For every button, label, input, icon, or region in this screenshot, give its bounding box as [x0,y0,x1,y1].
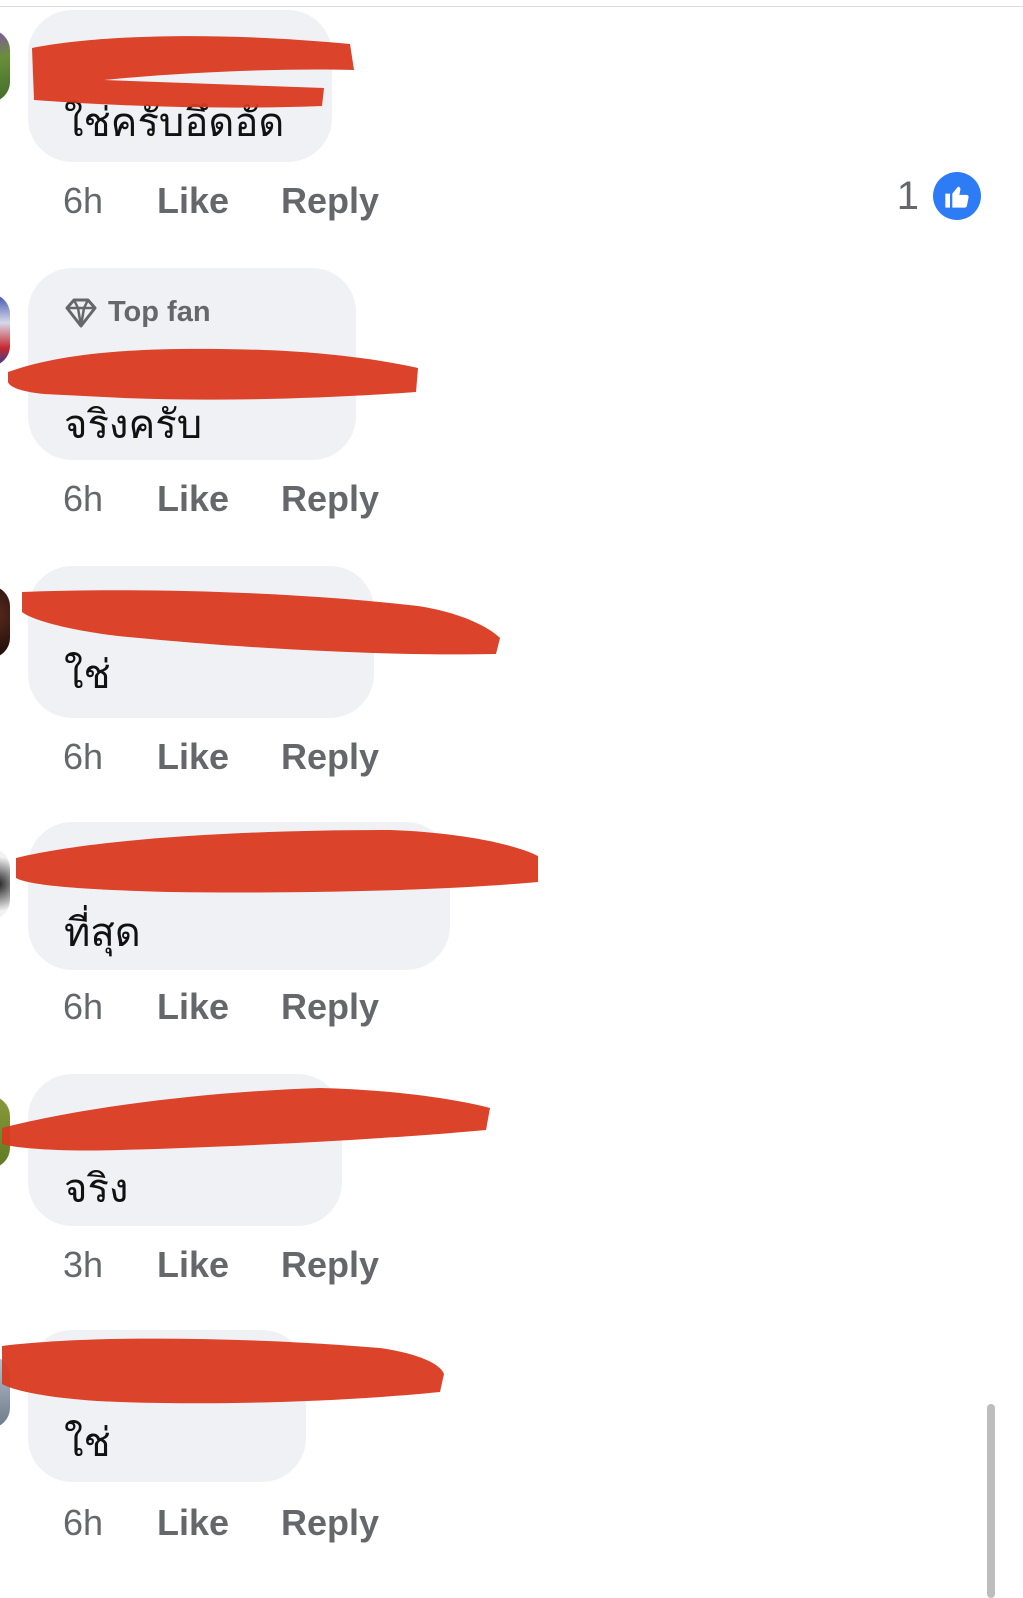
avatar[interactable] [0,1096,10,1168]
thumbs-up-icon [933,172,981,220]
reply-button[interactable]: Reply [281,736,379,778]
comment-text: จริงครับ [64,402,203,448]
like-button[interactable]: Like [157,986,281,1028]
reply-button[interactable]: Reply [281,478,379,520]
comment-time: 6h [63,986,104,1027]
avatar[interactable] [0,848,10,920]
reply-button[interactable]: Reply [281,180,379,222]
avatar[interactable] [0,586,10,658]
comment-time: 6h [63,478,104,519]
like-button[interactable]: Like [157,1502,281,1544]
reply-button[interactable]: Reply [281,1244,379,1286]
top-fan-badge: Top fan [64,296,211,329]
vertical-scrollbar[interactable] [987,1404,995,1598]
comment-text: ใช่ [64,1420,111,1466]
reply-button[interactable]: Reply [281,1502,379,1544]
top-divider [0,6,1023,7]
comment-time: 6h [63,736,104,777]
reaction-summary[interactable]: 1 [897,172,981,220]
comment-bubble[interactable]: ใช่ [28,1330,306,1482]
comment-bubble[interactable]: Top fan จริงครับ [28,268,356,460]
avatar[interactable] [0,1356,10,1428]
comment-time: 6h [63,180,104,221]
like-button[interactable]: Like [157,180,281,222]
top-fan-label: Top fan [108,296,211,328]
comment-actions: 3h Like Reply [63,1244,379,1286]
comment-actions: 6h Like Reply [63,1502,379,1544]
like-button[interactable]: Like [157,478,281,520]
avatar[interactable] [0,294,10,366]
reaction-count: 1 [896,173,919,218]
comment-actions: 6h Like Reply [63,736,379,778]
comment-time: 3h [63,1244,104,1285]
comment-bubble[interactable]: จริง [28,1074,342,1226]
comment-time: 6h [63,1502,104,1543]
comment-text: จริง [64,1166,129,1212]
comment-actions: 6h Like Reply [63,478,379,520]
like-button[interactable]: Like [157,736,281,778]
like-button[interactable]: Like [157,1244,281,1286]
comment-bubble[interactable]: ใช่ [28,566,374,718]
avatar[interactable] [0,30,10,102]
reply-button[interactable]: Reply [281,986,379,1028]
comment-bubble[interactable]: ที่สุด [28,822,450,970]
comment-text: ใช่ [64,652,111,698]
comment-actions: 6h Like Reply [63,180,379,222]
comment-actions: 6h Like Reply [63,986,379,1028]
diamond-icon [65,298,97,327]
comment-bubble[interactable]: ใช่ครับอึดอัด [28,10,332,162]
comment-text: ใช่ครับอึดอัด [64,100,285,146]
comment-text: ที่สุด [64,910,141,956]
